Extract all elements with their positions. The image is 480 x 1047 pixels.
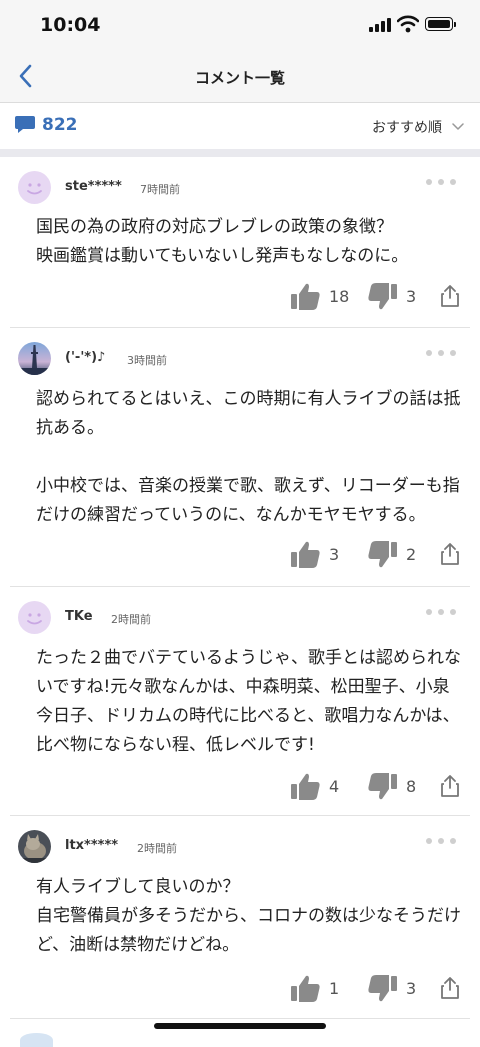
comment-count-group: 822	[14, 115, 78, 135]
share-icon[interactable]	[440, 775, 460, 797]
thumbs-down-icon	[368, 540, 397, 567]
like-count: 18	[329, 286, 350, 306]
thumbs-up-icon	[291, 283, 320, 310]
dislike-button[interactable]: 2	[367, 540, 430, 569]
thumbs-up-icon	[291, 541, 320, 568]
dislike-count: 3	[406, 978, 417, 998]
dislike-count: 8	[406, 776, 417, 796]
more-options-icon[interactable]	[426, 838, 456, 846]
comment-count: 822	[42, 115, 78, 135]
comment-actions: 4 8	[290, 771, 460, 801]
thumbs-up-icon	[291, 773, 320, 800]
like-count: 4	[329, 776, 340, 796]
more-options-icon[interactable]	[426, 350, 456, 358]
comment-time: 2時間前	[137, 842, 177, 855]
thumbs-down-icon	[368, 282, 397, 309]
comment-item: TKe 2時間前 たった２曲でバテているようじゃ、歌手とは認められないですね!元…	[10, 587, 470, 816]
share-icon[interactable]	[440, 543, 460, 565]
comment-body: 国民の為の政府の対応ブレブレの政策の象徴？ 映画鑑賞は動いてもいないし発声もなし…	[36, 217, 409, 266]
comment-body: 認められてるとはいえ、この時期に有人ライブの話は抵抗ある。 小中校では、音楽の授…	[36, 389, 461, 525]
comment-item: ltx***** 2時間前 有人ライブして良いのか？ 自宅警備員が多そうだから、…	[10, 816, 470, 1019]
share-icon[interactable]	[440, 977, 460, 999]
more-options-icon[interactable]	[426, 179, 456, 187]
thumbs-down-icon	[368, 974, 397, 1001]
comment-bubble-icon	[15, 116, 35, 133]
avatar[interactable]	[18, 342, 51, 375]
battery-icon	[425, 17, 456, 31]
chevron-down-icon	[452, 123, 464, 130]
comment-body: 有人ライブして良いのか？ 自宅警備員が多そうだから、コロナの数は少なそうだけど、…	[36, 877, 461, 955]
home-indicator[interactable]	[154, 1023, 326, 1029]
comment-time: 2時間前	[111, 613, 151, 626]
comment-item: ('-'*)♪ 3時間前 認められてるとはいえ、この時期に有人ライブの話は抵抗あ…	[10, 328, 470, 587]
wifi-icon	[397, 15, 419, 33]
cat-photo-icon	[18, 830, 51, 863]
section-divider	[0, 149, 480, 157]
dislike-button[interactable]: 3	[367, 282, 430, 311]
sort-bar: 822 おすすめ順	[0, 103, 480, 149]
like-count: 1	[329, 978, 340, 998]
username[interactable]: ltx*****	[65, 838, 118, 853]
more-options-icon[interactable]	[426, 609, 456, 617]
comment-time: 3時間前	[127, 354, 167, 367]
status-bar: 10:04	[0, 0, 480, 50]
avatar[interactable]	[18, 171, 51, 204]
sort-dropdown[interactable]: おすすめ順	[372, 117, 464, 137]
like-count: 3	[329, 544, 340, 564]
username[interactable]: ste*****	[65, 179, 122, 194]
comment-actions: 18 3	[290, 281, 460, 311]
like-button[interactable]: 1	[290, 974, 353, 1003]
comment-actions: 1 3	[290, 973, 460, 1003]
dislike-count: 3	[406, 286, 417, 306]
avatar[interactable]	[18, 830, 51, 863]
username[interactable]: TKe	[65, 609, 93, 624]
comment-body: たった２曲でバテているようじゃ、歌手とは認められないですね!元々歌なんかは、中森…	[36, 648, 461, 755]
share-icon[interactable]	[440, 285, 460, 307]
thumbs-up-icon	[291, 975, 320, 1002]
comment-actions: 3 2	[290, 539, 460, 569]
comment-time: 7時間前	[140, 183, 180, 196]
like-button[interactable]: 4	[290, 772, 353, 801]
smile-face-icon	[27, 183, 42, 195]
username[interactable]: ('-'*)♪	[65, 350, 105, 365]
signal-icon	[369, 18, 391, 32]
comment-item: ste***** 7時間前 国民の為の政府の対応ブレブレの政策の象徴？ 映画鑑賞…	[10, 157, 470, 328]
page-title: コメント一覧	[194, 69, 285, 87]
dislike-button[interactable]: 3	[367, 974, 430, 1003]
like-button[interactable]: 3	[290, 540, 353, 569]
nav-bar: コメント一覧	[0, 50, 480, 103]
tower-photo-icon	[18, 342, 51, 375]
smile-face-icon	[27, 613, 42, 625]
dislike-button[interactable]: 8	[367, 772, 430, 801]
avatar[interactable]	[18, 601, 51, 634]
sort-label: おすすめ順	[372, 120, 442, 136]
avatar[interactable]	[20, 1033, 53, 1047]
status-time: 10:04	[40, 14, 101, 36]
thumbs-down-icon	[368, 772, 397, 799]
like-button[interactable]: 18	[290, 282, 353, 311]
dislike-count: 2	[406, 544, 417, 564]
